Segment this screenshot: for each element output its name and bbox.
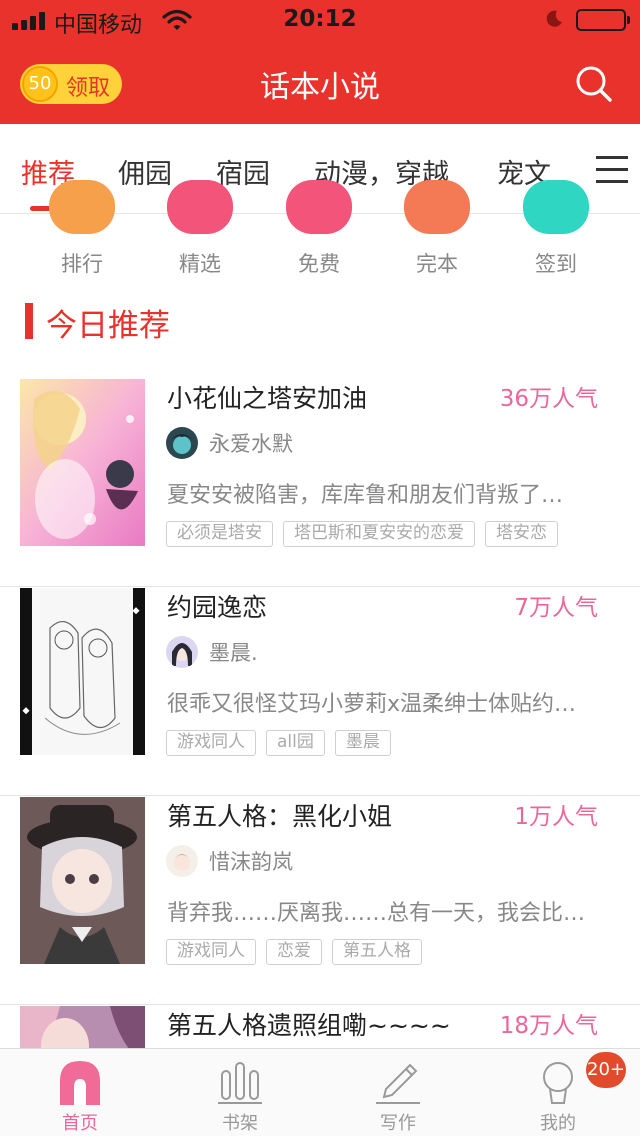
nav-write[interactable]: 写作 <box>338 1049 458 1136</box>
profile-icon <box>543 1062 573 1104</box>
bottom-nav: 首页 书架 写作 我的 <box>0 1048 640 1136</box>
free-icon <box>286 180 352 234</box>
book-item[interactable]: 第五人格遗照组嘞~~~~ 18万人气 <box>0 1006 640 1048</box>
popularity-count: 36万人气 <box>499 386 598 412</box>
book-description: 夏安安被陷害，库库鲁和朋友们背叛了… <box>167 483 564 508</box>
ranking-icon <box>49 180 115 234</box>
avatar <box>166 845 198 877</box>
popularity-count: 1万人气 <box>514 804 598 830</box>
shortcut-checkin[interactable]: 签到 <box>511 180 601 276</box>
shortcut-featured[interactable]: 精选 <box>155 180 245 276</box>
nav-label: 首页 <box>62 1113 98 1134</box>
avatar <box>166 636 198 668</box>
notification-badge: 20+ <box>586 1052 626 1088</box>
shortcut-free[interactable]: 免费 <box>274 180 364 276</box>
featured-icon <box>167 180 233 234</box>
shortcut-ranking[interactable]: 排行 <box>37 180 127 276</box>
book-title: 约园逸恋 <box>167 593 268 622</box>
popularity-count: 18万人气 <box>499 1013 598 1039</box>
shortcut-label: 精选 <box>179 252 221 276</box>
status-bar: 中国移动 20:12 <box>0 0 640 40</box>
shortcut-label: 完本 <box>416 252 458 276</box>
tag[interactable]: 游戏同人 <box>166 939 256 965</box>
battery-level <box>580 13 583 27</box>
category-menu-button[interactable] <box>596 156 628 184</box>
popularity-count: 7万人气 <box>514 595 598 621</box>
book-cover <box>20 797 145 964</box>
book-description: 很乖又很怪艾玛小萝莉x温柔绅士体贴约… <box>167 692 577 717</box>
checkin-icon <box>523 180 589 234</box>
tag[interactable]: 游戏同人 <box>166 730 256 756</box>
do-not-disturb-icon <box>544 9 564 33</box>
tag[interactable]: all园 <box>266 730 325 756</box>
book-title: 第五人格：黑化小姐 <box>167 802 393 831</box>
author-name: 墨晨. <box>209 641 258 665</box>
book-description: 背弃我……厌离我……总有一天，我会比… <box>167 901 586 926</box>
nav-label: 写作 <box>380 1113 416 1134</box>
completed-icon <box>404 180 470 234</box>
author-name: 惜沫韵岚 <box>209 850 293 874</box>
bookshelf-icon <box>218 1062 262 1104</box>
tab-suyuan[interactable]: 宿园 <box>216 152 270 191</box>
nav-label: 我的 <box>540 1113 576 1134</box>
tag-list: 游戏同人 恋爱 第五人格 <box>166 939 432 965</box>
nav-home[interactable]: 首页 <box>20 1049 140 1136</box>
app-header: 中国移动 20:12 50 领取 话本小说 <box>0 0 640 124</box>
tab-yongyuan[interactable]: 佣园 <box>118 152 172 191</box>
tag[interactable]: 第五人格 <box>332 939 422 965</box>
tag[interactable]: 必须是塔安 <box>166 521 273 547</box>
section-marker <box>25 303 33 339</box>
book-item[interactable]: 第五人格：黑化小姐 1万人气 惜沫韵岚 背弃我……厌离我……总有一天，我会比… … <box>0 797 640 1005</box>
search-icon <box>576 66 612 102</box>
book-cover <box>20 379 145 546</box>
home-icon <box>60 1061 100 1105</box>
tag[interactable]: 塔巴斯和夏安安的恋爱 <box>283 521 475 547</box>
pencil-icon <box>376 1063 420 1104</box>
book-cover <box>20 1006 145 1048</box>
shortcut-label: 排行 <box>61 252 103 276</box>
tag[interactable]: 塔安恋 <box>485 521 558 547</box>
shortcut-label: 免费 <box>298 252 340 276</box>
shortcut-completed[interactable]: 完本 <box>392 180 482 276</box>
book-title: 小花仙之塔安加油 <box>167 384 368 413</box>
search-button[interactable] <box>572 62 616 106</box>
author-name: 永爱水默 <box>209 432 293 456</box>
book-title: 第五人格遗照组嘞~~~~ <box>167 1011 451 1040</box>
book-item[interactable]: 约园逸恋 7万人气 墨晨. 很乖又很怪艾玛小萝莉x温柔绅士体贴约… 游戏同人 al… <box>0 588 640 796</box>
tag-list: 游戏同人 all园 墨晨 <box>166 730 401 756</box>
avatar <box>166 427 198 459</box>
shortcut-label: 签到 <box>535 252 577 276</box>
nav-bookshelf[interactable]: 书架 <box>180 1049 300 1136</box>
book-item[interactable]: 小花仙之塔安加油 36万人气 永爱水默 夏安安被陷害，库库鲁和朋友们背叛了… 必… <box>0 379 640 587</box>
tag-list: 必须是塔安 塔巴斯和夏安安的恋爱 塔安恋 <box>166 521 568 547</box>
tag[interactable]: 恋爱 <box>266 939 322 965</box>
page-title: 话本小说 <box>260 70 380 105</box>
book-cover <box>20 588 145 755</box>
battery-icon <box>576 9 630 31</box>
nav-label: 书架 <box>222 1113 258 1134</box>
section-title: 今日推荐 <box>46 308 170 344</box>
tag[interactable]: 墨晨 <box>334 730 391 756</box>
